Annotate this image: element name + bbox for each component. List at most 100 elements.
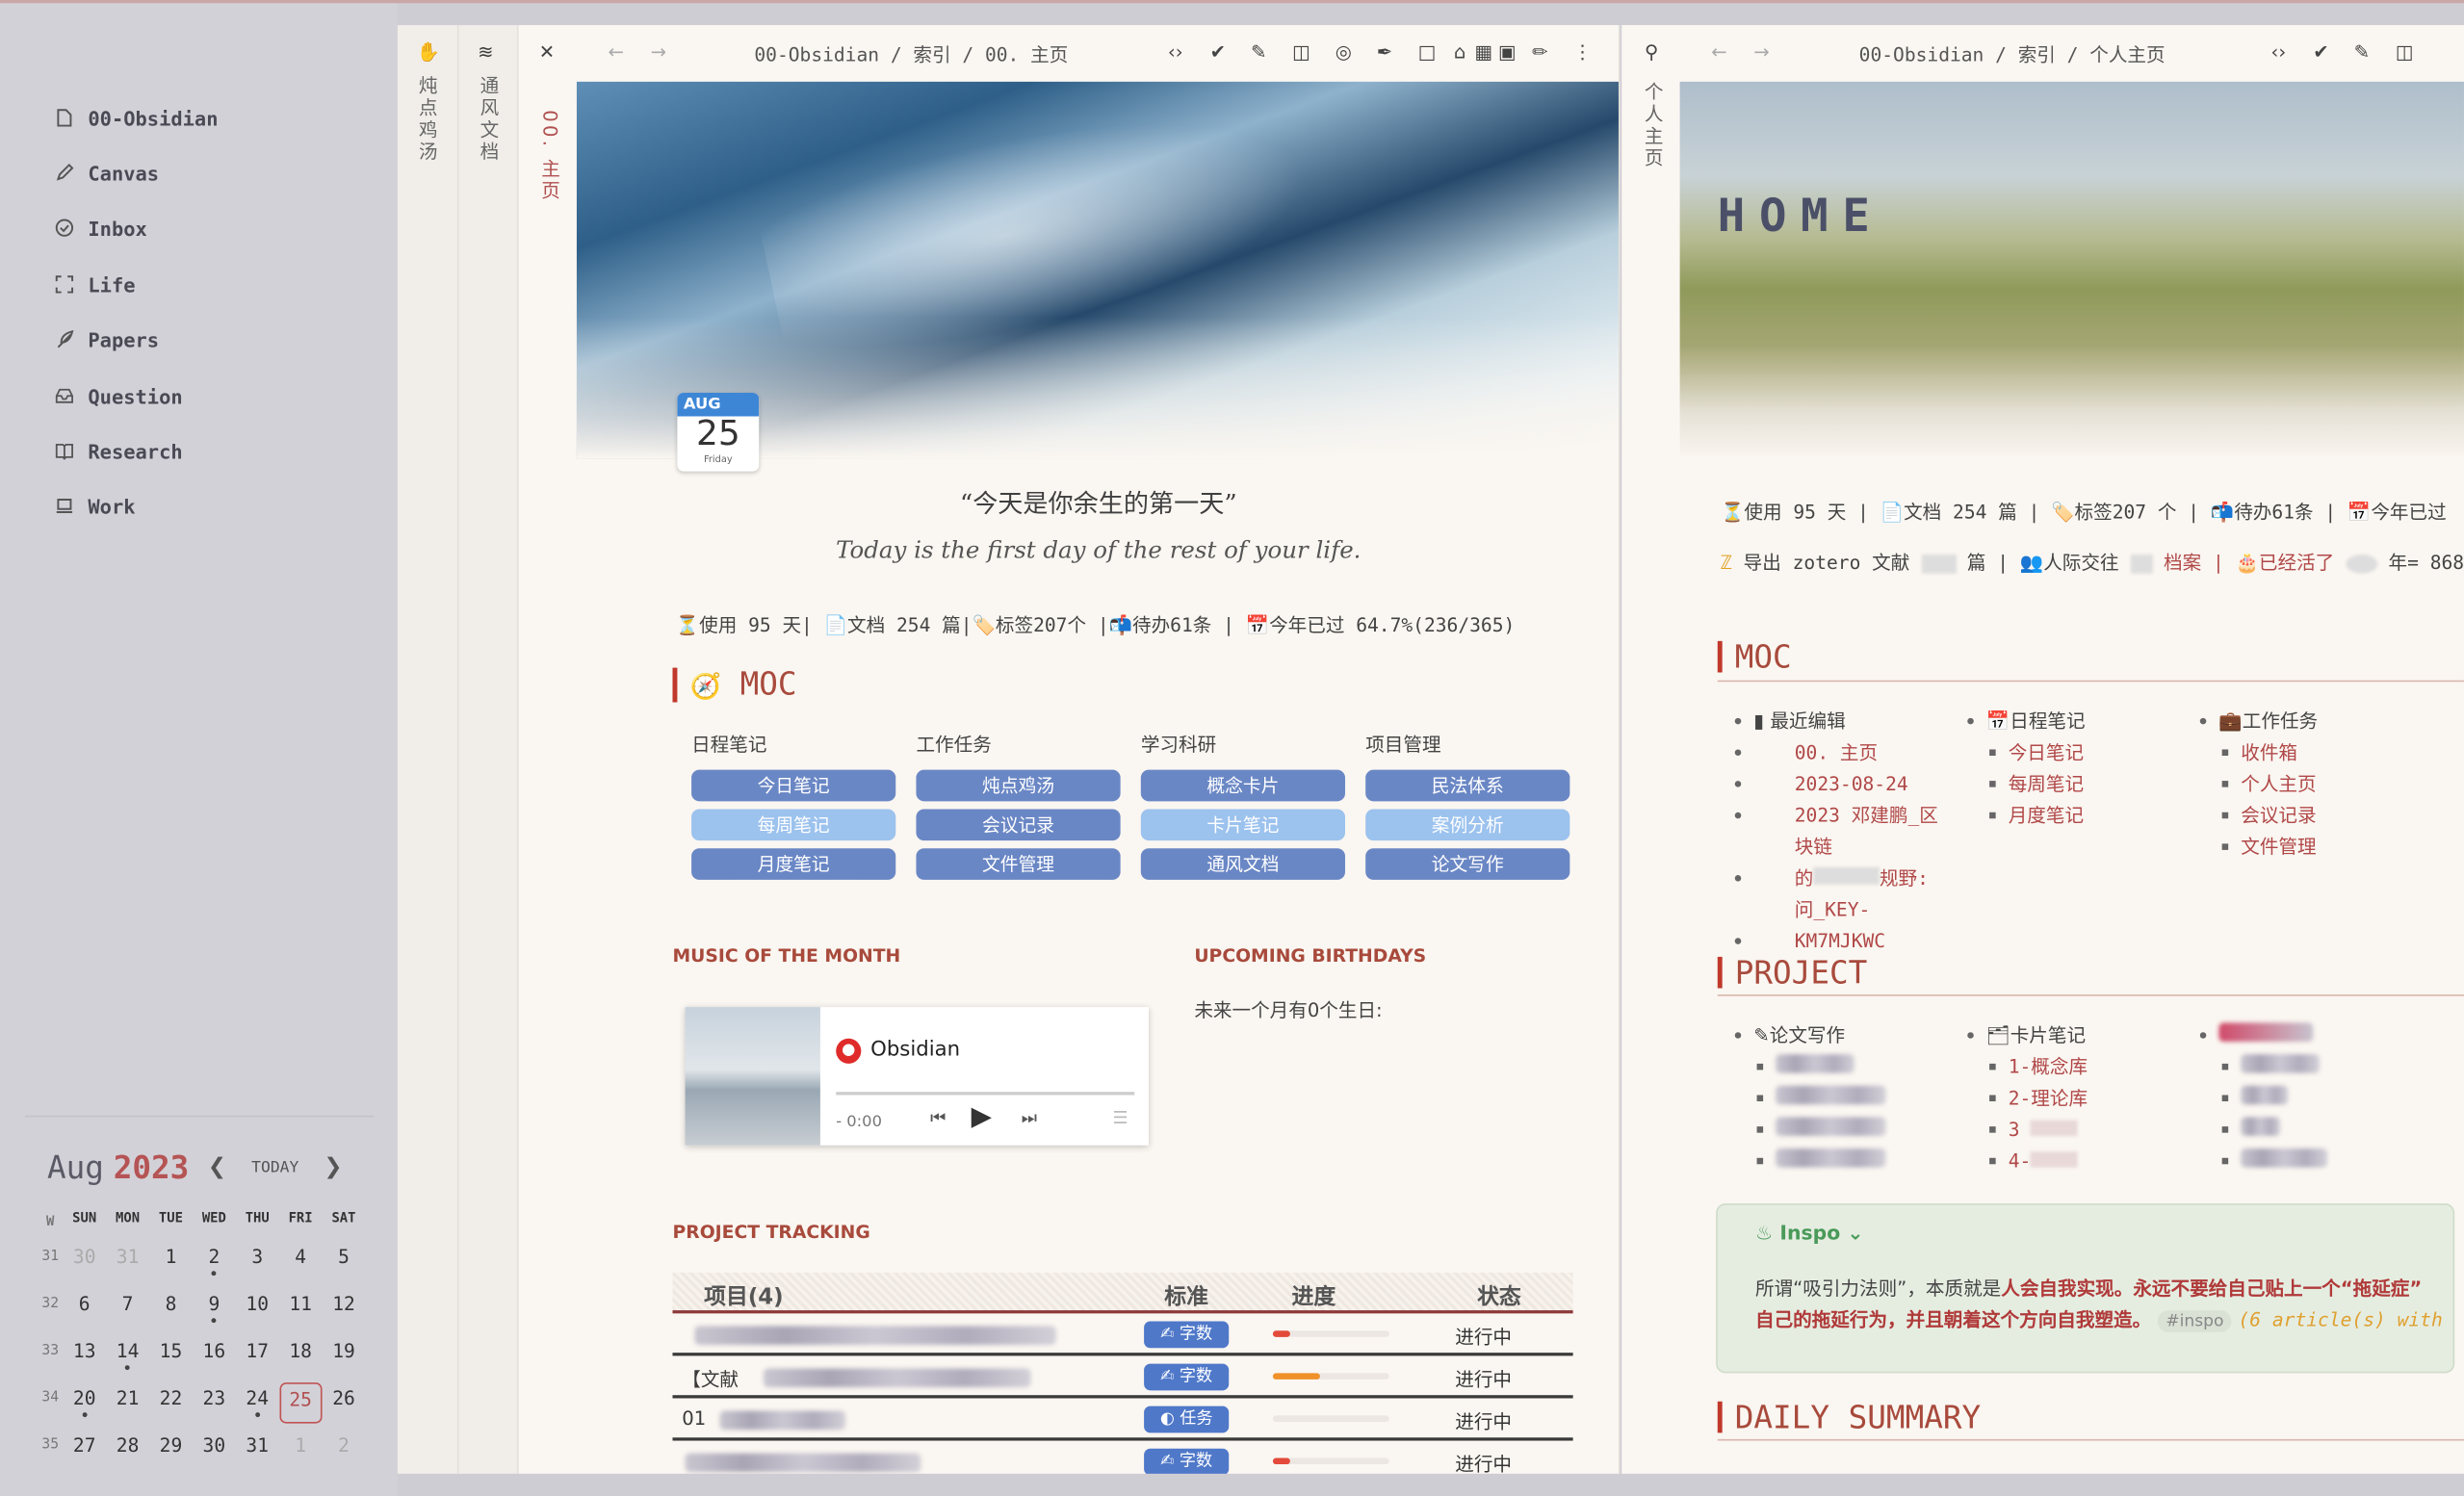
calendar-day[interactable]: 16 — [193, 1340, 236, 1362]
list-link[interactable]: 的规野: 问_KEY- — [1731, 863, 1951, 925]
inbox-icon[interactable]: ◫ — [1290, 40, 1312, 63]
list-item[interactable] — [2197, 1146, 2417, 1177]
playlist-icon[interactable]: ☰ — [1112, 1108, 1128, 1128]
list-link[interactable]: 2-理论库 — [1964, 1082, 2184, 1114]
inbox-icon[interactable]: ◫ — [2394, 40, 2416, 63]
code-icon[interactable]: ‹› — [2268, 40, 2290, 63]
breadcrumb[interactable]: 00-Obsidian / 索引 / 个人主页 — [1859, 40, 2166, 67]
list-link[interactable]: 收件箱 — [2197, 736, 2417, 768]
calendar-day[interactable]: 23 — [193, 1387, 236, 1409]
back-arrow-icon[interactable]: ← — [1708, 40, 1730, 63]
sidebar-item-papers[interactable]: Papers — [53, 325, 159, 353]
list-link[interactable]: 会议记录 — [2197, 800, 2417, 832]
pin-icon[interactable]: ⚲ — [1641, 40, 1663, 63]
calendar-day[interactable]: 31 — [106, 1246, 149, 1268]
sidebar-item-work[interactable]: Work — [53, 492, 136, 520]
ruler-icon[interactable]: ✎ — [2350, 40, 2373, 63]
list-link[interactable]: 个人主页 — [2197, 768, 2417, 800]
calendar-day[interactable]: 4 — [279, 1246, 323, 1268]
check-circle-icon[interactable]: ✔ — [1206, 40, 1229, 63]
moc-link[interactable]: 卡片笔记 — [1140, 809, 1345, 841]
moc-link[interactable]: 每周笔记 — [691, 809, 896, 841]
list-item[interactable] — [1731, 1051, 1951, 1083]
ruler-icon[interactable]: ✎ — [1248, 40, 1270, 63]
list-link[interactable]: 00. 主页 — [1731, 736, 1951, 768]
calendar-day[interactable]: 1 — [149, 1246, 193, 1268]
sidebar-item-research[interactable]: Research — [53, 437, 183, 465]
comment-icon[interactable]: □ — [1415, 40, 1438, 63]
list-item[interactable] — [1731, 1114, 1951, 1146]
calendar-day[interactable]: 24 — [236, 1387, 279, 1418]
list-item[interactable] — [2197, 1051, 2417, 1083]
calendar-day[interactable]: 30 — [193, 1434, 236, 1457]
calendar-day[interactable]: 5 — [323, 1246, 366, 1268]
calendar-day[interactable]: 18 — [279, 1340, 323, 1362]
calendar-day[interactable]: 7 — [106, 1293, 149, 1315]
list-link[interactable]: 2023 邓建鹏_区块链 — [1731, 800, 1951, 863]
calendar-day[interactable]: 8 — [149, 1293, 193, 1315]
edit-icon[interactable]: ✏ — [1529, 40, 1551, 63]
moc-link[interactable]: 论文写作 — [1365, 848, 1570, 880]
calendar-day[interactable]: 15 — [149, 1340, 193, 1362]
list-link[interactable]: 4- — [1964, 1146, 2184, 1177]
code-icon[interactable]: ‹› — [1164, 40, 1186, 63]
sidebar-item-canvas[interactable]: Canvas — [53, 159, 159, 187]
forward-arrow-icon[interactable]: → — [1751, 40, 1773, 63]
calendar-day[interactable]: 6 — [63, 1293, 106, 1315]
file-plus-icon[interactable]: ▣ — [1496, 40, 1518, 63]
forward-arrow-icon[interactable]: → — [647, 40, 669, 63]
table-row[interactable]: 【文献 ✍ 字数 进行中 — [672, 1355, 1573, 1399]
music-progress-bar[interactable] — [836, 1092, 1135, 1095]
breadcrumb[interactable]: 00-Obsidian / 索引 / 00. 主页 — [754, 40, 1068, 67]
chevron-left-icon[interactable]: ❮ — [208, 1155, 226, 1180]
list-link[interactable]: 1-概念库 — [1964, 1051, 2184, 1083]
calendar-day[interactable]: 10 — [236, 1293, 279, 1315]
calendar-day-today[interactable]: 25 — [278, 1382, 323, 1424]
calendar-today-button[interactable]: TODAY — [251, 1159, 298, 1176]
previous-track-icon[interactable]: ⏮ — [930, 1108, 946, 1130]
sidebar-item-inbox[interactable]: Inbox — [53, 214, 147, 242]
moc-link[interactable]: 概念卡片 — [1140, 769, 1345, 802]
sidebar-item-question[interactable]: Question — [53, 382, 183, 410]
inspo-header[interactable]: ♨ Inspo ⌄ — [1755, 1221, 1864, 1244]
calendar-day[interactable]: 11 — [279, 1293, 323, 1315]
calendar-day[interactable]: 3 — [236, 1246, 279, 1268]
chevron-right-icon[interactable]: ❯ — [324, 1155, 342, 1180]
lightbulb-icon[interactable]: ◎ — [1333, 40, 1355, 63]
feather-icon[interactable]: ✒ — [1373, 40, 1395, 63]
list-item[interactable] — [2197, 1082, 2417, 1114]
home-icon[interactable]: ⌂ — [1449, 40, 1471, 63]
close-icon[interactable]: ✕ — [536, 40, 558, 63]
calendar-day[interactable]: 31 — [236, 1434, 279, 1457]
calendar-day[interactable]: 9 — [193, 1293, 236, 1324]
list-link[interactable]: 月度笔记 — [1964, 800, 2184, 832]
moc-link[interactable]: 会议记录 — [916, 809, 1121, 841]
list-item[interactable] — [1731, 1146, 1951, 1177]
more-icon[interactable]: ⋮ — [1571, 40, 1594, 63]
moc-link[interactable]: 炖点鸡汤 — [916, 769, 1121, 802]
calendar-day[interactable]: 2 — [193, 1246, 236, 1277]
moc-link[interactable]: 民法体系 — [1365, 769, 1570, 802]
calendar-day[interactable]: 19 — [323, 1340, 366, 1362]
calendar-icon[interactable]: ▦ — [1472, 40, 1494, 63]
list-item[interactable] — [2197, 1114, 2417, 1146]
list-link[interactable]: 3 — [1964, 1114, 2184, 1146]
table-row[interactable]: ✍ 字数 进行中 — [672, 1441, 1572, 1474]
collapsed-tab-2[interactable]: ≋ 通风文档 — [458, 25, 519, 1474]
calendar-day[interactable]: 28 — [106, 1434, 149, 1457]
calendar-day[interactable]: 17 — [236, 1340, 279, 1362]
next-track-icon[interactable]: ⏭ — [1022, 1108, 1037, 1130]
back-arrow-icon[interactable]: ← — [605, 40, 627, 63]
check-circle-icon[interactable]: ✔ — [2310, 40, 2332, 63]
calendar-day[interactable]: 14 — [106, 1340, 149, 1371]
table-row[interactable]: ✍ 字数 进行中 — [672, 1313, 1573, 1356]
calendar-day[interactable]: 22 — [149, 1387, 193, 1409]
calendar-day[interactable]: 27 — [63, 1434, 106, 1457]
calendar-day[interactable]: 21 — [106, 1387, 149, 1409]
moc-link[interactable]: 月度笔记 — [691, 848, 896, 880]
list-link[interactable]: 文件管理 — [2197, 831, 2417, 863]
list-link[interactable]: 今日笔记 — [1964, 736, 2184, 768]
calendar-day[interactable]: 1 — [279, 1434, 323, 1457]
table-row[interactable]: 01 ◐ 任务 进行中 — [672, 1398, 1573, 1441]
list-link[interactable]: KM7MJKWC — [1731, 925, 1951, 957]
